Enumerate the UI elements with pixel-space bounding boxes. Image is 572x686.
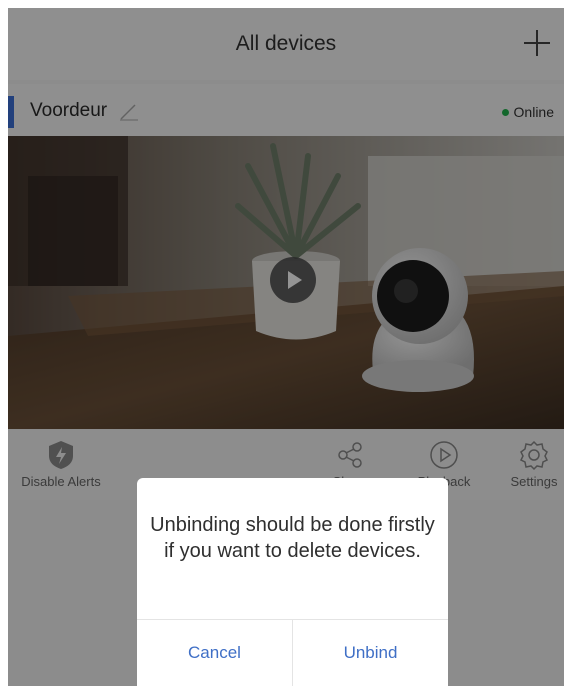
app-screen: All devices Voordeur Online Disable Aler… <box>8 8 564 686</box>
cancel-button[interactable]: Cancel <box>137 620 292 686</box>
unbind-dialog: Unbinding should be done firstly if you … <box>137 478 448 686</box>
dialog-buttons: Cancel Unbind <box>137 619 448 686</box>
dialog-message: Unbinding should be done firstly if you … <box>150 514 435 562</box>
unbind-button[interactable]: Unbind <box>292 620 448 686</box>
